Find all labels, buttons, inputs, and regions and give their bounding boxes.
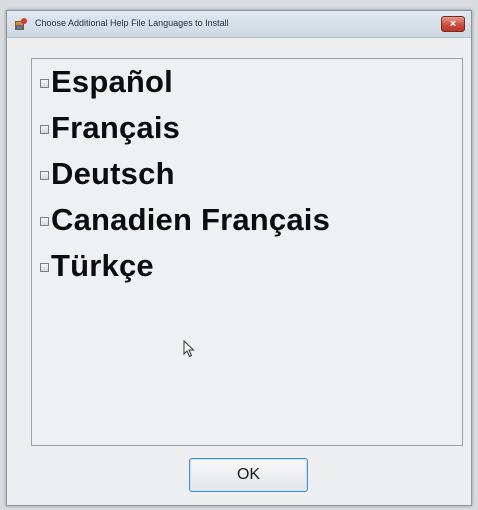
checkbox-unchecked-icon[interactable] xyxy=(40,124,49,134)
ok-button[interactable]: OK xyxy=(189,458,308,492)
language-item-turkce[interactable]: Türkçe xyxy=(40,247,154,285)
language-checklist[interactable]: Español Français Deutsch Canadien França… xyxy=(31,58,463,446)
dialog-content: Español Français Deutsch Canadien França… xyxy=(7,38,471,505)
mouse-pointer-icon xyxy=(183,340,195,358)
close-icon: × xyxy=(449,18,457,30)
checkbox-unchecked-icon[interactable] xyxy=(40,170,49,180)
language-item-francais[interactable]: Français xyxy=(40,109,180,147)
language-label: Canadien Français xyxy=(51,202,331,237)
close-button[interactable]: × xyxy=(441,16,465,32)
installer-app-icon xyxy=(15,18,27,30)
language-label: Español xyxy=(51,64,173,99)
dialog-window: Choose Additional Help File Languages to… xyxy=(6,10,472,506)
language-label: Deutsch xyxy=(51,156,175,191)
checkbox-unchecked-icon[interactable] xyxy=(40,216,49,226)
checkbox-unchecked-icon[interactable] xyxy=(40,78,49,88)
window-title: Choose Additional Help File Languages to… xyxy=(35,18,229,28)
language-item-canadien-francais[interactable]: Canadien Français xyxy=(40,201,330,239)
language-label: Français xyxy=(51,110,181,145)
language-label: Türkçe xyxy=(51,248,154,283)
language-item-deutsch[interactable]: Deutsch xyxy=(40,155,175,193)
title-bar[interactable]: Choose Additional Help File Languages to… xyxy=(7,11,471,38)
checkbox-unchecked-icon[interactable] xyxy=(40,262,49,272)
language-item-espanol[interactable]: Español xyxy=(40,63,173,101)
